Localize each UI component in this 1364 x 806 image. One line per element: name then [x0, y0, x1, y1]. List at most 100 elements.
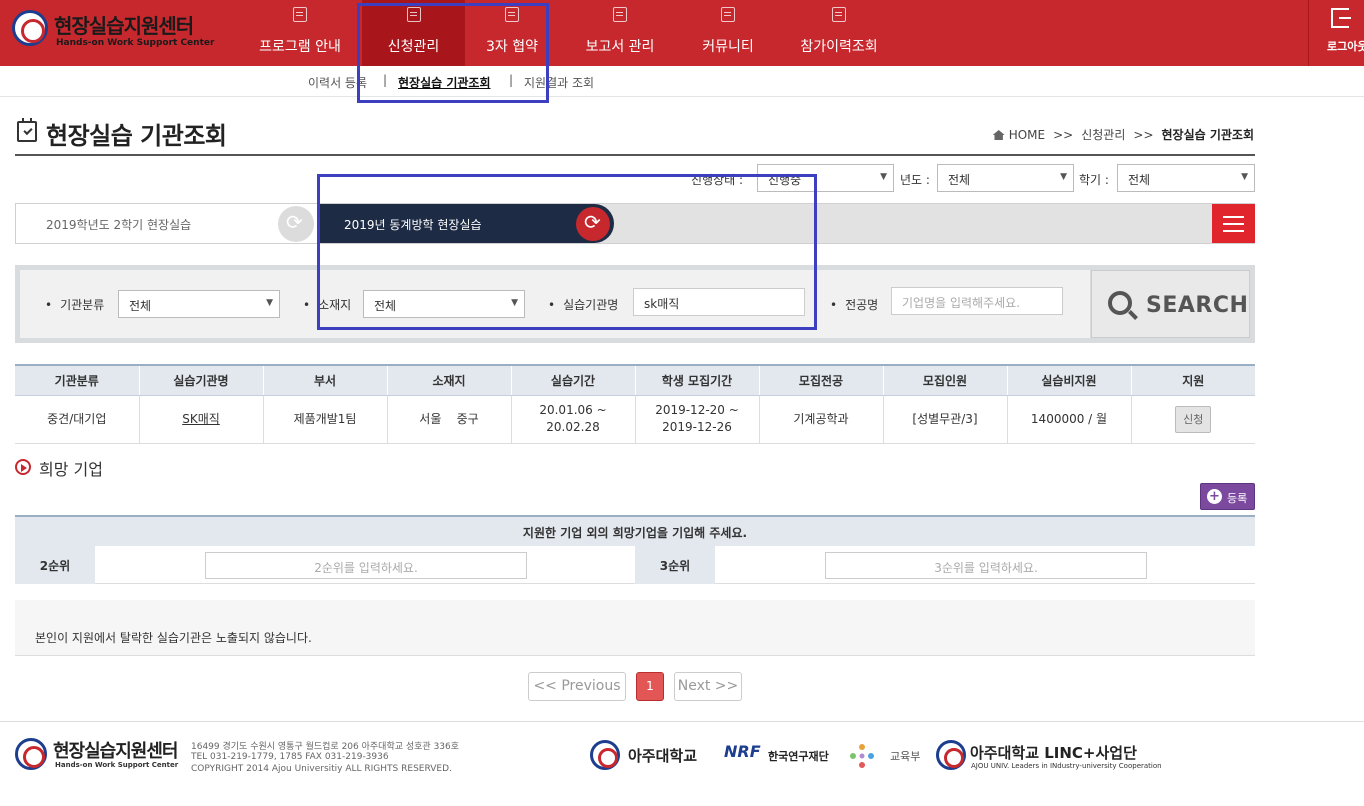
logout-label: 로그아웃: [1327, 40, 1364, 53]
breadcrumb-separator: >>: [1053, 128, 1074, 142]
partner-linc-label: 아주대학교 LINC+사업단: [970, 744, 1137, 762]
register-button[interactable]: + 등록: [1200, 483, 1255, 510]
table-header-row: 기관분류 실습기관명 부서 소재지 실습기간 학생 모집기간 모집전공 모집인원…: [15, 364, 1255, 396]
next-button[interactable]: Next >>: [674, 672, 742, 701]
partner-moe[interactable]: 교육부: [848, 740, 928, 770]
nav-agreement[interactable]: 3자 협약: [468, 0, 556, 66]
footer-logo-emblem-icon: [15, 738, 47, 770]
play-circle-icon: [15, 459, 31, 475]
year-select[interactable]: 전체 ▼: [937, 164, 1074, 192]
partner-linc[interactable]: 아주대학교 LINC+사업단 AJOU UNIV. Leaders in INd…: [936, 740, 1162, 770]
rank2-label: 2순위: [15, 546, 95, 584]
breadcrumb-separator: >>: [1133, 128, 1154, 142]
org-name-label: 실습기관명: [548, 296, 618, 313]
document-icon: [293, 7, 307, 22]
subnav-results[interactable]: 지원결과 조회: [524, 74, 594, 91]
major-input[interactable]: 기업명을 입력해주세요.: [891, 287, 1063, 315]
sub-nav: 이력서 등록 | 현장실습 기관조회 | 지원결과 조회: [0, 66, 1364, 97]
nav-community[interactable]: 커뮤니티: [688, 0, 768, 66]
column-header: 소재지: [387, 364, 512, 396]
rank2-input[interactable]: 2순위를 입력하세요.: [205, 552, 527, 579]
caret-down-icon: ▼: [511, 298, 518, 308]
wish-input-row: 2순위 2순위를 입력하세요. 3순위 3순위를 입력하세요.: [15, 546, 1255, 584]
semester-select[interactable]: 전체 ▼: [1117, 164, 1255, 192]
column-header: 실습기간: [511, 364, 636, 396]
location-select[interactable]: 전체 ▼: [363, 290, 525, 318]
footer-address: 16499 경기도 수원시 영통구 월드컵로 206 아주대학교 성호관 336…: [191, 742, 460, 752]
org-name-input[interactable]: sk매직: [633, 288, 805, 316]
cell-dept: 제품개발1팀: [263, 395, 388, 444]
breadcrumb: HOME >> 신청관리 >> 현장실습 기관조회: [992, 126, 1254, 143]
breadcrumb-application[interactable]: 신청관리: [1081, 128, 1125, 142]
category-select[interactable]: 전체 ▼: [118, 290, 280, 318]
caret-down-icon: ▼: [266, 298, 273, 308]
partner-ajou-label: 아주대학교: [628, 747, 698, 765]
status-select-value: 진행중: [768, 173, 802, 187]
recruit-end: 2019-12-26: [662, 420, 732, 434]
semester-previous[interactable]: 2019학년도 2학기 현장실습: [16, 204, 328, 243]
page-1-button[interactable]: 1: [636, 672, 664, 701]
semester-current[interactable]: 2019년 동계방학 현장실습: [320, 204, 614, 243]
cell-recruit-period: 2019-12-20 ~ 2019-12-26: [635, 395, 760, 444]
subnav-separator: |: [383, 73, 388, 87]
refresh-icon[interactable]: [278, 206, 314, 242]
recruit-start: 2019-12-20 ~: [655, 403, 739, 417]
search-icon: [1108, 291, 1132, 315]
year-select-value: 전체: [948, 173, 971, 187]
column-header: 부서: [263, 364, 388, 396]
cell-org-link[interactable]: SK매직: [139, 395, 264, 444]
partner-ajou[interactable]: 아주대학교: [590, 740, 710, 770]
nav-label: 보고서 관리: [585, 39, 655, 55]
title-divider: [15, 154, 1255, 156]
column-header: 지원: [1131, 364, 1255, 396]
subnav-org-search[interactable]: 현장실습 기관조회: [398, 74, 491, 91]
major-label: 전공명: [830, 296, 878, 313]
nav-label: 커뮤니티: [702, 39, 754, 55]
rank3-label: 3순위: [635, 546, 715, 584]
footer-logo-subtitle: Hands-on Work Support Center: [55, 761, 179, 769]
nav-program-info[interactable]: 프로그램 안내: [240, 0, 360, 66]
home-icon: [992, 130, 1005, 140]
category-select-value: 전체: [129, 299, 152, 313]
refresh-icon[interactable]: [576, 207, 610, 241]
partner-nrf[interactable]: NRF 한국연구재단: [724, 740, 834, 770]
hamburger-icon: [1223, 230, 1244, 232]
nav-history[interactable]: 참가이력조회: [784, 0, 894, 66]
hamburger-icon: [1223, 223, 1244, 225]
column-header: 모집전공: [759, 364, 884, 396]
nav-report[interactable]: 보고서 관리: [570, 0, 670, 66]
subnav-resume[interactable]: 이력서 등록: [308, 74, 367, 91]
column-header: 실습기관명: [139, 364, 264, 396]
apply-button[interactable]: 신청: [1175, 405, 1212, 433]
status-select[interactable]: 진행중 ▼: [757, 164, 894, 192]
footer-tel: TEL 031-219-1779, 1785 FAX 031-219-3936: [191, 752, 389, 762]
cell-major: 기계공학과: [759, 395, 884, 444]
category-label: 기관분류: [45, 296, 104, 313]
logo-emblem-icon: [12, 10, 48, 46]
location-label: 소재지: [303, 296, 351, 313]
logo-title: 현장실습지원센터: [54, 14, 194, 38]
cell-location: 서울 중구: [387, 395, 512, 444]
footer-logo-title: 현장실습지원센터: [53, 741, 178, 762]
menu-button[interactable]: [1212, 204, 1255, 243]
folder-icon: [613, 7, 627, 22]
search-button-label: SEARCH: [1146, 293, 1249, 318]
cell-category: 중견/대기업: [15, 395, 140, 444]
org-table: 기관분류 실습기관명 부서 소재지 실습기간 학생 모집기간 모집전공 모집인원…: [15, 364, 1255, 444]
document-icon: [505, 7, 519, 22]
nav-application[interactable]: 신청관리: [362, 0, 465, 66]
rank3-input[interactable]: 3순위를 입력하세요.: [825, 552, 1147, 579]
footer-copyright: COPYRIGHT 2014 Ajou Universitiy ALL RIGH…: [191, 764, 452, 774]
previous-button[interactable]: << Previous: [528, 672, 626, 701]
hamburger-icon: [1223, 216, 1244, 218]
logout-button[interactable]: 로그아웃: [1308, 0, 1364, 66]
notice-box: 본인이 지원에서 탈락한 실습기관은 노출되지 않습니다.: [15, 600, 1255, 656]
search-button[interactable]: SEARCH: [1091, 270, 1250, 338]
notice-text: 본인이 지원에서 탈락한 실습기관은 노출되지 않습니다.: [35, 631, 312, 645]
caret-down-icon: ▼: [1241, 172, 1248, 182]
caret-down-icon: ▼: [880, 172, 887, 182]
nrf-logo-icon: NRF: [724, 742, 761, 761]
year-filter-label: 년도 :: [900, 173, 930, 187]
site-logo[interactable]: 현장실습지원센터 Hands-on Work Support Center: [12, 10, 222, 50]
breadcrumb-home[interactable]: HOME: [1009, 128, 1045, 142]
